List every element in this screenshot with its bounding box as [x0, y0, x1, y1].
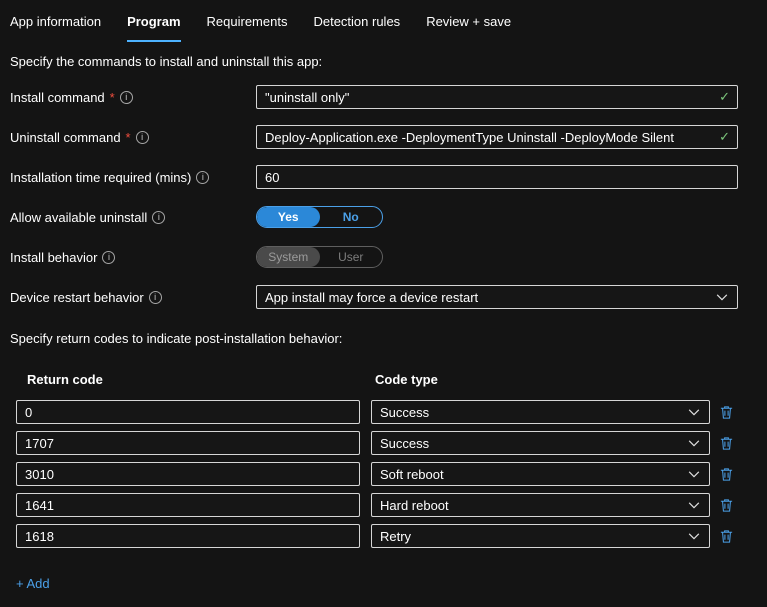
code-type-dropdown[interactable]: Success	[371, 400, 710, 424]
install-time-label-text: Installation time required (mins)	[10, 169, 192, 185]
install-behavior-user: User	[338, 250, 364, 264]
code-type-value: Retry	[380, 528, 412, 544]
install-command-row: Install command	[10, 85, 738, 109]
install-time-input[interactable]	[256, 165, 738, 189]
chevron-down-icon	[687, 529, 701, 543]
wizard-tabs: App information Program Requirements Det…	[0, 0, 767, 42]
install-behavior-toggle: System User	[256, 246, 383, 268]
install-behavior-label: Install behavior	[10, 250, 256, 265]
table-row: Success	[16, 431, 767, 455]
uninstall-command-label-text: Uninstall command	[10, 129, 121, 145]
install-behavior-row: Install behavior System User	[10, 245, 738, 269]
required-asterisk	[110, 90, 115, 105]
delete-row-icon[interactable]	[719, 528, 734, 544]
info-icon[interactable]	[152, 210, 166, 224]
tab-requirements[interactable]: Requirements	[207, 14, 288, 42]
return-codes-table: Return code Code type Success Success So…	[16, 372, 767, 548]
code-type-dropdown[interactable]: Hard reboot	[371, 493, 710, 517]
info-icon[interactable]	[102, 250, 116, 264]
restart-behavior-dropdown[interactable]: App install may force a device restart	[256, 285, 738, 309]
restart-behavior-row: Device restart behavior App install may …	[10, 285, 738, 309]
delete-row-icon[interactable]	[719, 435, 734, 451]
chevron-down-icon	[687, 498, 701, 512]
table-row: Hard reboot	[16, 493, 767, 517]
return-code-input[interactable]	[16, 400, 360, 424]
install-behavior-label-text: Install behavior	[10, 249, 98, 265]
code-type-dropdown[interactable]: Soft reboot	[371, 462, 710, 486]
code-type-value: Soft reboot	[380, 466, 444, 482]
return-code-input[interactable]	[16, 493, 360, 517]
return-code-input[interactable]	[16, 431, 360, 455]
info-icon[interactable]	[196, 170, 210, 184]
uninstall-command-input[interactable]	[256, 125, 738, 149]
install-time-label: Installation time required (mins)	[10, 170, 256, 185]
program-form: Install command Uninstall command Instal…	[0, 85, 767, 309]
allow-uninstall-toggle: Yes No	[256, 206, 383, 228]
restart-behavior-value: App install may force a device restart	[265, 289, 479, 305]
restart-behavior-label: Device restart behavior	[10, 290, 256, 305]
commands-section-heading: Specify the commands to install and unin…	[10, 54, 323, 69]
install-time-row: Installation time required (mins)	[10, 165, 738, 189]
tab-program[interactable]: Program	[127, 14, 181, 42]
allow-uninstall-yes[interactable]: Yes	[257, 207, 320, 227]
info-icon[interactable]	[119, 90, 133, 104]
tab-review-save[interactable]: Review + save	[426, 14, 511, 42]
install-command-input[interactable]	[256, 85, 738, 109]
chevron-down-icon	[687, 467, 701, 481]
table-row: Soft reboot	[16, 462, 767, 486]
code-type-column-header: Code type	[375, 372, 438, 387]
table-row: Success	[16, 400, 767, 424]
code-type-value: Success	[380, 435, 430, 451]
return-codes-header-row: Return code Code type	[16, 372, 767, 387]
code-type-dropdown[interactable]: Success	[371, 431, 710, 455]
allow-uninstall-no[interactable]: No	[320, 207, 383, 227]
delete-row-icon[interactable]	[719, 466, 734, 482]
restart-behavior-label-text: Device restart behavior	[10, 289, 144, 305]
info-icon[interactable]	[148, 290, 162, 304]
uninstall-command-row: Uninstall command	[10, 125, 738, 149]
code-type-value: Hard reboot	[380, 497, 449, 513]
chevron-down-icon	[715, 290, 729, 304]
allow-uninstall-label: Allow available uninstall	[10, 210, 256, 225]
install-command-label-text: Install command	[10, 89, 105, 105]
return-code-input[interactable]	[16, 462, 360, 486]
delete-row-icon[interactable]	[719, 497, 734, 513]
allow-uninstall-label-text: Allow available uninstall	[10, 209, 148, 225]
valid-check-icon	[719, 125, 730, 149]
valid-check-icon	[719, 85, 730, 109]
table-row: Retry	[16, 524, 767, 548]
required-asterisk	[126, 130, 131, 145]
delete-row-icon[interactable]	[719, 404, 734, 420]
return-codes-section-heading: Specify return codes to indicate post-in…	[10, 331, 343, 346]
tab-detection-rules[interactable]: Detection rules	[313, 14, 400, 42]
uninstall-command-label: Uninstall command	[10, 130, 256, 145]
tab-app-information[interactable]: App information	[10, 14, 101, 42]
install-command-label: Install command	[10, 90, 256, 105]
install-behavior-system: System	[257, 247, 320, 267]
return-code-column-header: Return code	[27, 372, 103, 387]
info-icon[interactable]	[135, 130, 149, 144]
add-return-code-link[interactable]: + Add	[16, 576, 50, 591]
return-code-input[interactable]	[16, 524, 360, 548]
code-type-dropdown[interactable]: Retry	[371, 524, 710, 548]
chevron-down-icon	[687, 405, 701, 419]
chevron-down-icon	[687, 436, 701, 450]
allow-uninstall-row: Allow available uninstall Yes No	[10, 205, 738, 229]
code-type-value: Success	[380, 404, 430, 420]
